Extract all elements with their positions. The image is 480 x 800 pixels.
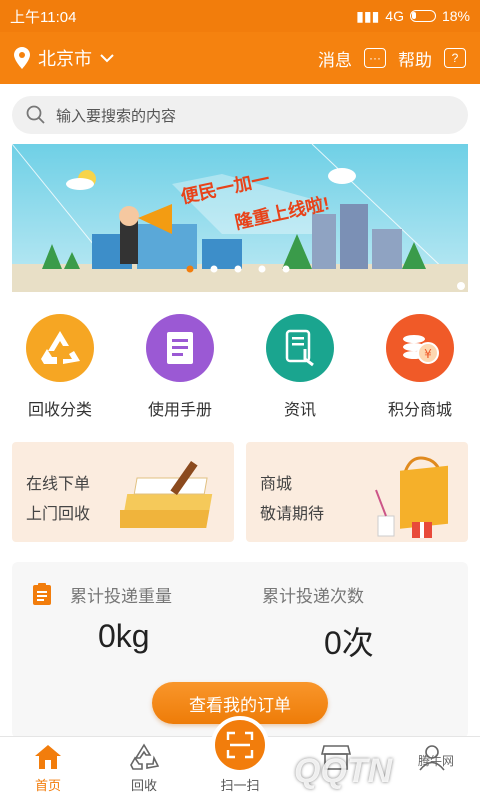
tab-label: 首页 xyxy=(34,778,61,793)
quick-action-label: 积分商城 xyxy=(387,402,452,419)
promo-online-order[interactable]: 在线下单 上门回收 xyxy=(12,442,234,542)
books-illustration xyxy=(120,460,213,528)
help-icon[interactable]: ? xyxy=(444,48,466,68)
status-icons: ▮▮▮ 4G 18% xyxy=(356,8,470,25)
quick-action-label: 使用手册 xyxy=(147,402,212,419)
svg-text:¥: ¥ xyxy=(424,347,432,361)
signal-icon: ▮▮▮ xyxy=(356,7,380,24)
status-bar: 上午11:04 ▮▮▮ 4G 18% xyxy=(0,0,480,32)
scan-button[interactable] xyxy=(211,716,269,774)
watermark-text: QQTN xyxy=(294,752,393,790)
search-icon xyxy=(26,105,45,124)
recycle-icon xyxy=(130,743,159,770)
main-content: 输入要搜索的内容 便民一加一 隆重上线啦! 回收分类 使用手册 资讯 ¥ 积分商… xyxy=(0,84,480,738)
delivery-stats-card: 累计投递重量 累计投递次数 0kg 0次 查看我的订单 xyxy=(12,562,468,738)
quick-action-label: 资讯 xyxy=(283,402,316,419)
promo-subtitle: 上门回收 xyxy=(26,506,91,523)
tab-label: 扫一扫 xyxy=(220,778,260,793)
tab-label: 回收 xyxy=(130,778,157,793)
coins-icon: ¥ xyxy=(386,314,454,382)
message-icon[interactable]: ··· xyxy=(364,48,386,68)
promo-title: 商城 xyxy=(260,476,293,493)
recycle-icon xyxy=(26,314,94,382)
chevron-down-icon xyxy=(100,54,114,63)
messages-link[interactable]: 消息 xyxy=(318,46,352,71)
help-link[interactable]: 帮助 xyxy=(398,46,432,71)
site-watermark: QQTN 腾牛网 xyxy=(270,738,480,800)
promo-mall[interactable]: 商城 敬请期待 xyxy=(246,442,468,542)
battery-level: 18% xyxy=(441,8,470,24)
quick-actions: 回收分类 使用手册 资讯 ¥ 积分商城 xyxy=(0,314,480,424)
search-input[interactable]: 输入要搜索的内容 xyxy=(56,105,176,126)
quick-action-label: 回收分类 xyxy=(27,402,92,419)
city-name: 北京市 xyxy=(38,49,92,69)
shopping-bag-illustration xyxy=(375,456,448,538)
tab-home[interactable]: 首页 xyxy=(0,737,96,800)
battery-icon xyxy=(409,10,436,22)
tab-recycle[interactable]: 回收 xyxy=(96,737,192,800)
quick-action-news[interactable]: 资讯 xyxy=(240,314,360,424)
clipboard-icon xyxy=(33,583,51,605)
news-icon xyxy=(266,314,334,382)
home-icon xyxy=(35,745,61,769)
weight-value: 0kg xyxy=(98,618,150,654)
count-value: 0次 xyxy=(324,625,374,661)
network-type: 4G xyxy=(385,8,404,24)
promo-banner[interactable]: 便民一加一 隆重上线啦! xyxy=(12,144,468,292)
quick-action-points-mall[interactable]: ¥ 积分商城 xyxy=(360,314,480,424)
search-bar[interactable]: 输入要搜索的内容 xyxy=(12,96,468,134)
quick-action-recycle[interactable]: 回收分类 xyxy=(0,314,120,424)
manual-icon xyxy=(146,314,214,382)
quick-action-manual[interactable]: 使用手册 xyxy=(120,314,240,424)
weight-label: 累计投递重量 xyxy=(70,587,172,606)
watermark-subtext: 腾牛网 xyxy=(418,754,455,768)
count-label: 累计投递次数 xyxy=(262,587,364,606)
header-actions: 消息 ··· 帮助 ? xyxy=(318,46,466,71)
location-pin-icon xyxy=(14,47,30,69)
status-time: 上午11:04 xyxy=(10,8,77,26)
scan-icon xyxy=(226,731,254,759)
promo-subtitle: 敬请期待 xyxy=(260,506,325,523)
top-header: 北京市 消息 ··· 帮助 ? xyxy=(0,32,480,84)
city-selector[interactable]: 北京市 xyxy=(14,45,318,71)
promo-title: 在线下单 xyxy=(26,476,91,493)
